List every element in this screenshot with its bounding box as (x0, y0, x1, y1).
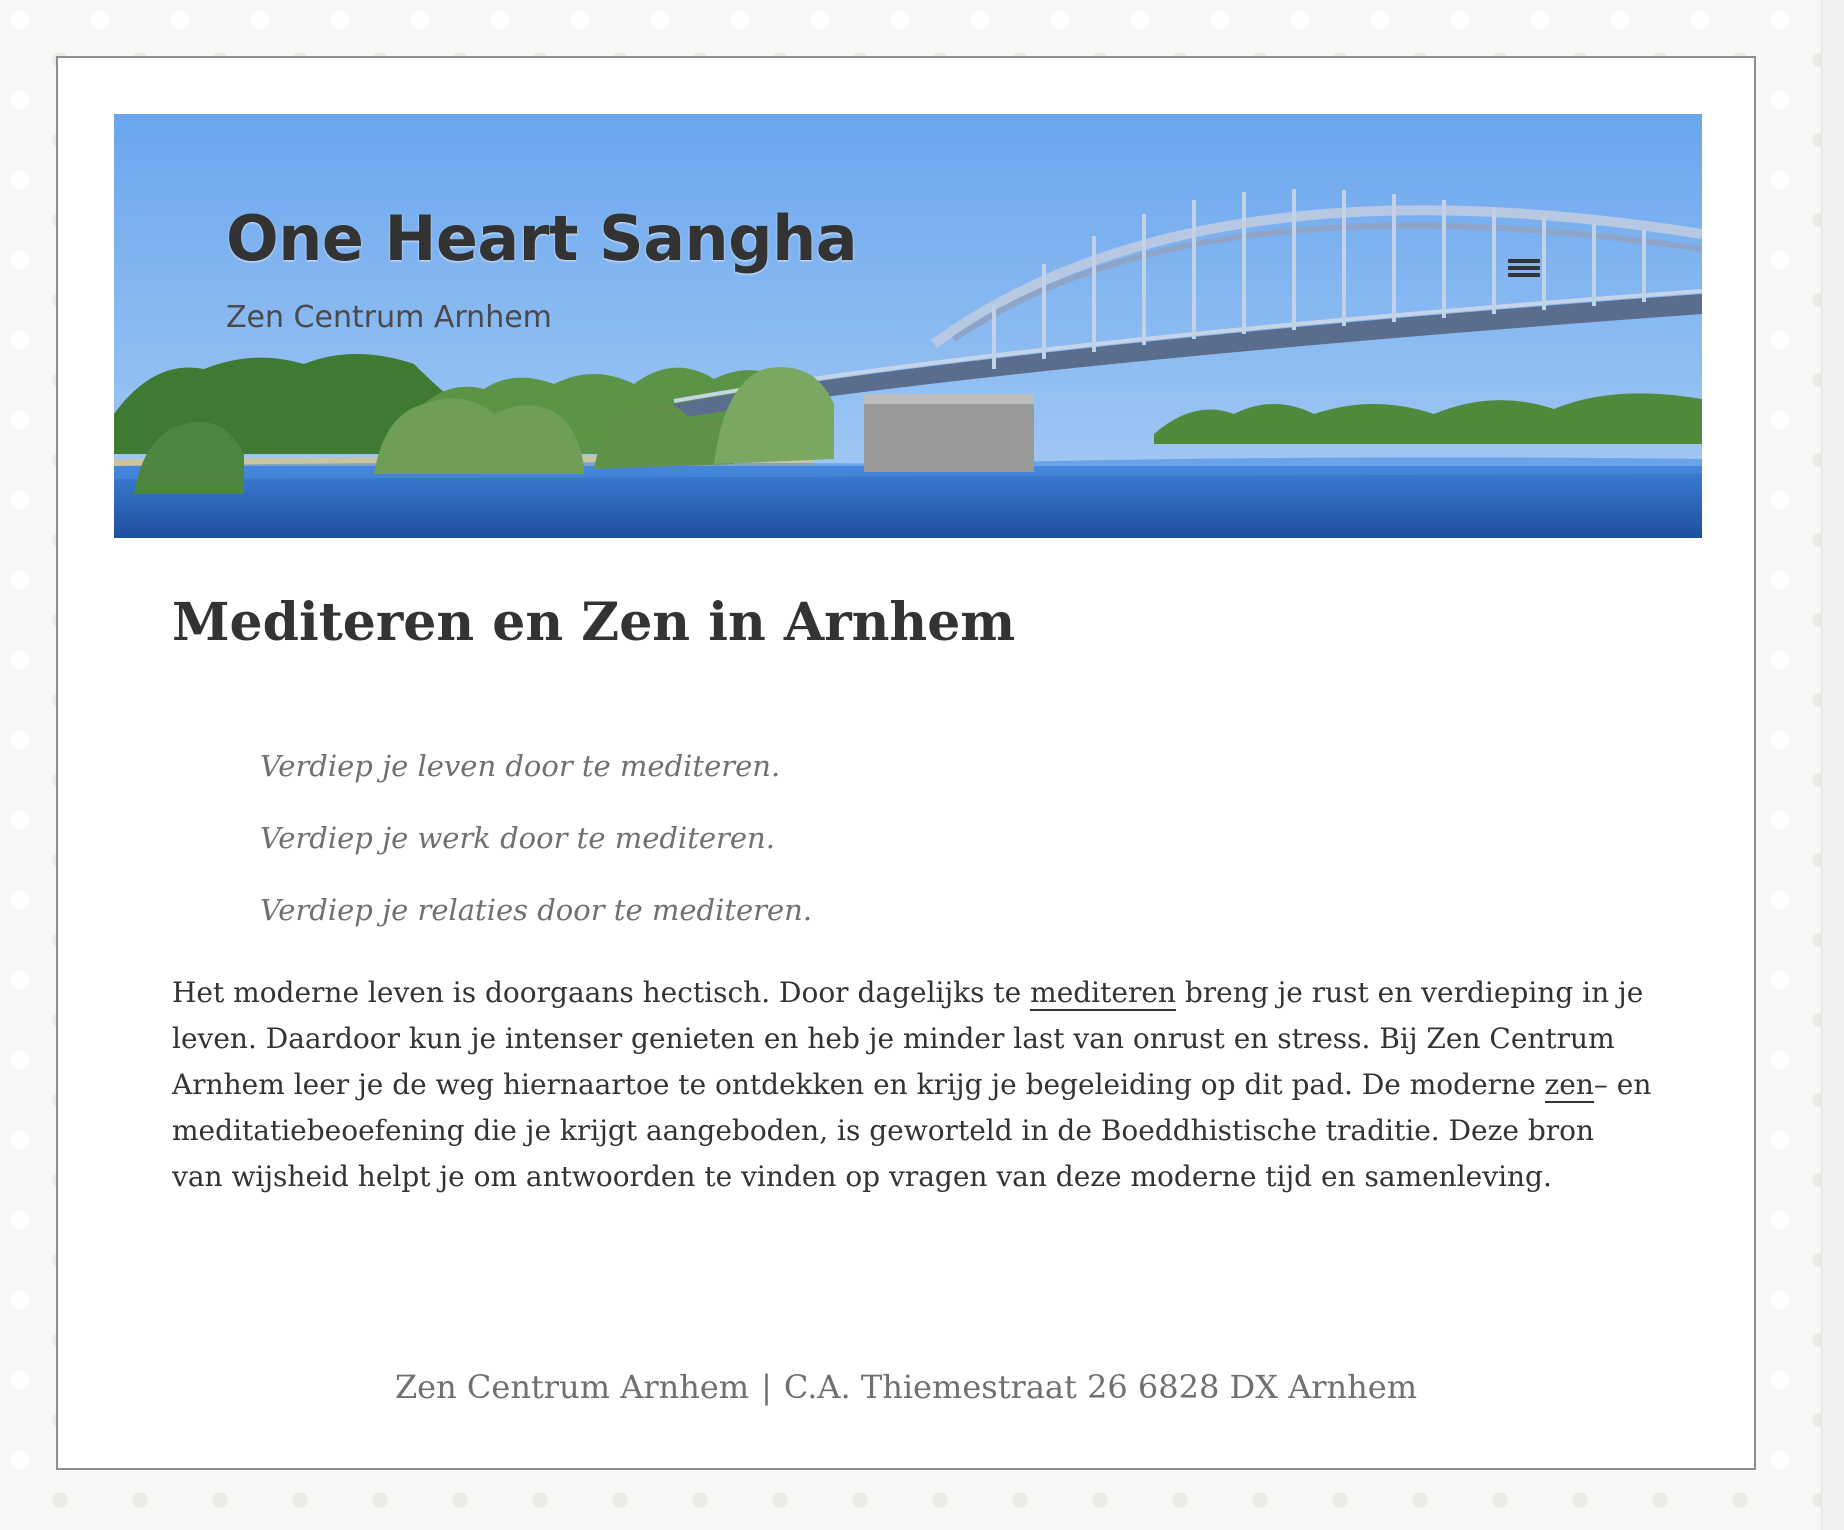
footer-name: Zen Centrum Arnhem (394, 1368, 750, 1406)
hamburger-menu-icon[interactable] (1504, 256, 1544, 292)
site-title[interactable]: One Heart Sangha (226, 202, 858, 275)
quote-block: Verdiep je leven door te mediteren. Verd… (260, 730, 812, 946)
quote-line: Verdiep je relaties door te mediteren. (260, 893, 813, 927)
footer-address: C.A. Thiemestraat 26 6828 DX Arnhem (783, 1368, 1418, 1406)
site-header: One Heart Sangha Zen Centrum Arnhem (114, 114, 1702, 538)
page-scrollbar[interactable] (1821, 0, 1844, 1530)
quote-line: Verdiep je leven door te mediteren. (260, 749, 781, 783)
link-zen[interactable]: zen (1544, 1068, 1594, 1103)
site-subtitle: Zen Centrum Arnhem (226, 300, 552, 335)
page-frame: One Heart Sangha Zen Centrum Arnhem Medi… (56, 56, 1756, 1470)
link-mediteren[interactable]: mediteren (1030, 976, 1176, 1011)
site-footer: Zen Centrum Arnhem | C.A. Thiemestraat 26 … (58, 1368, 1754, 1406)
page-title: Mediteren en Zen in Arnhem (172, 592, 1016, 653)
intro-paragraph: Het moderne leven is doorgaans hectisch.… (172, 970, 1652, 1200)
quote-line: Verdiep je werk door te mediteren. (260, 821, 775, 855)
paragraph-text: Het moderne leven is doorgaans hectisch.… (172, 976, 1031, 1009)
footer-separator: | (761, 1368, 772, 1406)
